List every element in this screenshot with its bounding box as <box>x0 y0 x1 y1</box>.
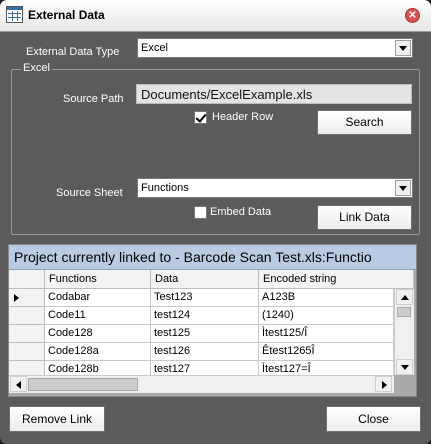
cell-functions[interactable]: Code128 <box>45 325 151 343</box>
cell-encoded-string[interactable]: (1240) <box>259 307 394 325</box>
header-row-label: Header Row <box>212 111 274 123</box>
external-data-window: External Data ✕ External Data Type Excel… <box>0 0 431 444</box>
linked-data-grid: Project currently linked to - Barcode Sc… <box>8 244 417 397</box>
header-row-checkbox[interactable] <box>194 111 207 124</box>
cell-functions[interactable]: Code128a <box>45 343 151 361</box>
horizontal-scrollbar[interactable] <box>9 375 394 393</box>
source-path-label: Source Path <box>63 93 124 105</box>
cell-data[interactable]: test126 <box>151 343 259 361</box>
cell-encoded-string[interactable]: Ìtest125/Î <box>259 325 394 343</box>
cell-data[interactable]: test125 <box>151 325 259 343</box>
cell-encoded-string[interactable]: A123B <box>259 289 394 307</box>
source-path-field[interactable]: Documents/ExcelExample.xls <box>136 84 412 104</box>
row-header[interactable] <box>9 307 45 325</box>
column-header-functions[interactable]: Functions <box>45 270 151 289</box>
external-data-type-label: External Data Type <box>26 46 120 58</box>
scroll-left-icon[interactable] <box>10 376 27 392</box>
source-sheet-value: Functions <box>141 182 189 194</box>
column-header-label: Encoded string <box>263 273 337 285</box>
row-header[interactable] <box>9 289 45 307</box>
scroll-up-icon[interactable] <box>396 289 413 305</box>
chevron-down-icon[interactable] <box>395 180 411 196</box>
source-path-value: Documents/ExcelExample.xls <box>141 87 313 102</box>
external-data-type-select[interactable]: Excel <box>137 38 413 58</box>
current-row-arrow-icon <box>14 294 19 302</box>
grid-caption-bar: Project currently linked to - Barcode Sc… <box>9 245 416 270</box>
close-window-button[interactable]: ✕ <box>405 8 420 23</box>
chevron-down-icon[interactable] <box>395 40 411 56</box>
embed-data-checkbox[interactable] <box>194 206 207 219</box>
vertical-scrollbar[interactable] <box>394 289 414 375</box>
close-button[interactable]: Close <box>326 406 421 432</box>
scroll-down-icon[interactable] <box>396 359 413 375</box>
window-title: External Data <box>28 8 105 22</box>
row-header[interactable] <box>9 343 45 361</box>
column-header-data[interactable]: Data <box>151 270 259 289</box>
search-button[interactable]: Search <box>317 110 412 135</box>
cell-data[interactable]: test124 <box>151 307 259 325</box>
row-header[interactable] <box>9 325 45 343</box>
cell-data[interactable]: Test123 <box>151 289 259 307</box>
column-header-encoded-string[interactable]: Encoded string <box>259 270 414 289</box>
link-data-button[interactable]: Link Data <box>317 205 412 230</box>
horizontal-scroll-thumb[interactable] <box>28 378 138 391</box>
cell-encoded-string[interactable]: Êtest1265Î <box>259 343 394 361</box>
embed-data-label: Embed Data <box>210 206 272 218</box>
column-header-label: Data <box>155 273 179 285</box>
cell-functions[interactable]: Codabar <box>45 289 151 307</box>
source-sheet-select[interactable]: Functions <box>137 178 413 198</box>
vertical-scroll-thumb[interactable] <box>397 307 411 317</box>
remove-link-button[interactable]: Remove Link <box>9 406 105 432</box>
row-header-corner <box>9 270 45 289</box>
scroll-right-icon[interactable] <box>375 376 392 392</box>
source-sheet-label: Source Sheet <box>56 187 123 199</box>
check-icon <box>195 111 207 123</box>
external-data-type-value: Excel <box>141 42 168 54</box>
excel-group-title: Excel <box>21 62 52 74</box>
title-bar: External Data ✕ <box>0 0 431 32</box>
column-header-label: Functions <box>49 273 97 285</box>
cell-functions[interactable]: Code11 <box>45 307 151 325</box>
grid-caption: Project currently linked to - Barcode Sc… <box>14 249 372 265</box>
spreadsheet-icon <box>6 6 23 23</box>
